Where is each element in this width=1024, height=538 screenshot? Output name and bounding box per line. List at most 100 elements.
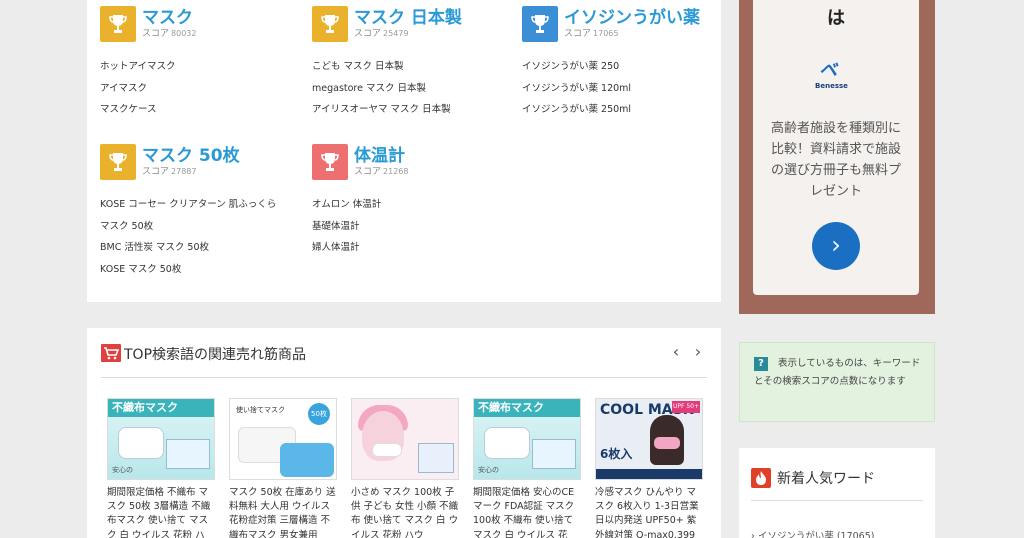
score-value: 25479 [383, 29, 409, 38]
product-card[interactable]: 使い捨てマスク 50枚マスク 50枚 在庫あり 送料無料 大人用 ウイルス 花粉症… [229, 398, 337, 538]
related-keyword-link[interactable]: アイリスオーヤマ マスク 日本製 [312, 99, 451, 121]
trophy-icon [312, 6, 348, 42]
score-label: スコア [564, 29, 592, 39]
related-keyword-link[interactable]: イソジンうがい薬 120ml [522, 78, 631, 100]
ad-text: 高齢者施設を種類別に比較！資料請求で施設の選び方冊子も無料プレゼント [771, 121, 902, 199]
related-keyword-list: イソジンうがい薬 250 イソジンうがい薬 120ml イソジンうがい薬 250ml [522, 56, 631, 121]
trophy-icon [100, 6, 136, 42]
product-image[interactable]: 不織布マスク安心の [107, 398, 215, 480]
benesse-mark-icon: ベ [819, 60, 837, 81]
image-text: 使い捨てマスク [236, 406, 285, 414]
trophy-icon [100, 144, 136, 180]
product-title-link[interactable]: マスク 50枚 在庫あり 送料無料 大人用 ウイルス 花粉症対策 三層構造 不織… [229, 486, 337, 538]
mask-shape [654, 437, 680, 449]
related-keyword-link[interactable]: オムロン 体温計 [312, 194, 381, 216]
help-text: 表示しているものは、キーワードとその検索スコアの点数になります [754, 358, 921, 387]
product-title-link[interactable]: 小さめ マスク 100枚 子供 子ども 女性 小顔 不織布 使い捨て マスク 白… [351, 486, 459, 538]
image-text: 不織布マスク [108, 399, 214, 417]
benesse-logo: ベ Benesse [813, 56, 859, 96]
keyword-title-link[interactable]: マスク 50枚 [142, 141, 240, 166]
ad-banner[interactable]: は ベ Benesse 高齢者施設を種類別に比較！資料請求で施設の選び方冊子も無… [739, 0, 935, 314]
keyword-ranking-panel: マスク スコア 80032 ホットアイマスク アイマスク マスクケース マスク 日本製 スコ… [87, 0, 721, 302]
keyword-score: スコア 21268 [354, 164, 408, 177]
product-card[interactable]: COOL MASK 6枚入 UPF 50+ 冷感マスク ひんやり マスク 6枚入り 1… [595, 398, 703, 538]
product-title-link[interactable]: 期間限定価格 不織布 マスク 50枚 3層構造 不織布マスク 使い捨て マスク … [107, 486, 215, 538]
related-keyword-link[interactable]: アイマスク [100, 78, 176, 100]
related-keyword-list: ホットアイマスク アイマスク マスクケース [100, 56, 176, 121]
keyword-score: スコア 80032 [142, 26, 196, 39]
image-text: 6枚入 [600, 447, 633, 461]
related-keyword-link[interactable]: こども マスク 日本製 [312, 56, 451, 78]
ad-card[interactable]: は ベ Benesse 高齢者施設を種類別に比較！資料請求で施設の選び方冊子も無… [753, 0, 919, 295]
product-image[interactable] [351, 398, 459, 480]
new-popular-words-panel: 新着人気ワード › イソジンうがい薬 (17065) [739, 448, 935, 538]
products-title: TOP検索語の関連売れ筋商品 [124, 347, 307, 363]
image-bar [596, 469, 702, 479]
carousel-next-button[interactable]: › [691, 344, 705, 362]
product-card[interactable]: 不織布マスク安心の期間限定価格 不織布 マスク 50枚 3層構造 不織布マスク … [107, 398, 215, 538]
trophy-icon [312, 144, 348, 180]
mask-shape [372, 443, 402, 457]
score-label: スコア [142, 167, 170, 177]
mask-shape [484, 427, 530, 459]
related-keyword-link[interactable]: ホットアイマスク [100, 56, 176, 78]
related-keyword-link[interactable]: KOSE コーセー クリアターン 肌ふっくら [100, 194, 276, 216]
related-keyword-list: オムロン 体温計 基礎体温計 婦人体温計 [312, 194, 381, 259]
keyword-title-link[interactable]: 体温計 [354, 141, 405, 166]
product-card[interactable]: 不織布マスク安心の期間限定価格 安心のCEマーク FDA認証 マスク 100枚 … [473, 398, 581, 538]
image-text: 安心の [112, 466, 133, 474]
related-keyword-link[interactable]: BMC 活性炭 マスク 50枚 [100, 237, 276, 259]
keyword-title-link[interactable]: マスク [142, 3, 193, 28]
new-words-title: 新着人気ワード [777, 471, 875, 487]
image-text: 不織布マスク [474, 399, 580, 417]
product-image[interactable]: 不織布マスク安心の [473, 398, 581, 480]
mask-shape [280, 443, 334, 477]
ad-arrow-button[interactable]: › [812, 222, 860, 270]
box-shape [418, 443, 454, 473]
keyword-title-link[interactable]: イソジンうがい薬 [564, 3, 700, 28]
carousel-prev-button[interactable]: ‹ [669, 344, 683, 362]
trophy-icon [522, 6, 558, 42]
help-notice: ? 表示しているものは、キーワードとその検索スコアの点数になります [739, 342, 935, 422]
related-keyword-link[interactable]: 婦人体温計 [312, 237, 381, 259]
keyword-score: スコア 27887 [142, 164, 196, 177]
related-keyword-link[interactable]: マスクケース [100, 99, 176, 121]
mask-shape [118, 427, 164, 459]
divider [751, 500, 923, 501]
score-value: 80032 [171, 29, 197, 38]
product-image[interactable]: 使い捨てマスク 50枚 [229, 398, 337, 480]
score-label: スコア [142, 29, 170, 39]
related-keyword-list: KOSE コーセー クリアターン 肌ふっくら マスク 50枚 BMC 活性炭 マスク… [100, 194, 276, 280]
box-shape [166, 439, 210, 469]
benesse-wordmark: Benesse [815, 82, 848, 90]
score-value: 17065 [593, 29, 619, 38]
product-image[interactable]: COOL MASK 6枚入 UPF 50+ [595, 398, 703, 480]
cart-icon [101, 344, 121, 362]
related-keyword-link[interactable]: 基礎体温計 [312, 216, 381, 238]
keyword-score: スコア 25479 [354, 26, 408, 39]
related-products-panel: TOP検索語の関連売れ筋商品 ‹ › 不織布マスク安心の期間限定価格 不織布 マ… [87, 328, 721, 538]
product-title-link[interactable]: 期間限定価格 安心のCEマーク FDA認証 マスク 100枚 不織布 使い捨て … [473, 486, 581, 538]
related-keyword-link[interactable]: KOSE マスク 50枚 [100, 259, 276, 281]
new-word-link[interactable]: › イソジンうがい薬 (17065) [751, 528, 874, 538]
related-keyword-list: こども マスク 日本製 megastore マスク 日本製 アイリスオーヤマ マスク… [312, 56, 451, 121]
related-keyword-link[interactable]: イソジンうがい薬 250 [522, 56, 631, 78]
keyword-title-link[interactable]: マスク 日本製 [354, 3, 462, 28]
fire-icon [751, 468, 771, 488]
score-label: スコア [354, 29, 382, 39]
box-shape [532, 439, 576, 469]
image-badge: UPF 50+ [672, 401, 700, 413]
related-keyword-link[interactable]: マスク 50枚 [100, 216, 276, 238]
ad-heading: は [827, 8, 845, 29]
keyword-score: スコア 17065 [564, 26, 618, 39]
score-label: スコア [354, 167, 382, 177]
related-keyword-link[interactable]: イソジンうがい薬 250ml [522, 99, 631, 121]
image-badge: 50枚 [308, 403, 330, 425]
score-value: 27887 [171, 167, 197, 176]
score-value: 21268 [383, 167, 409, 176]
products-header: TOP検索語の関連売れ筋商品 ‹ › [101, 344, 707, 378]
product-card[interactable]: 小さめ マスク 100枚 子供 子ども 女性 小顔 不織布 使い捨て マスク 白… [351, 398, 459, 538]
image-text: 安心の [478, 466, 499, 474]
product-title-link[interactable]: 冷感マスク ひんやり マスク 6枚入り 1-3日営業日以内発送 UPF50+ 紫… [595, 486, 703, 538]
related-keyword-link[interactable]: megastore マスク 日本製 [312, 78, 451, 100]
